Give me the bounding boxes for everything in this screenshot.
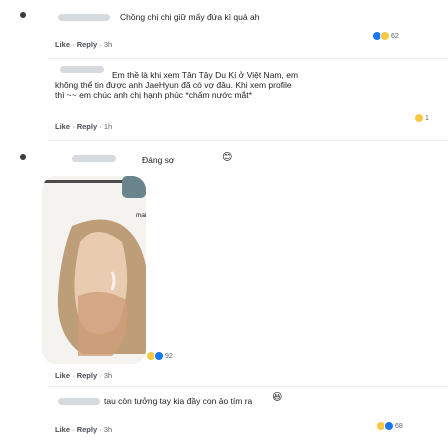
reaction-count: 68 bbox=[395, 422, 403, 430]
like-link[interactable]: Like bbox=[55, 425, 70, 434]
reply-link[interactable]: Reply bbox=[77, 371, 97, 380]
haha-reaction-icon bbox=[414, 113, 424, 123]
commenter-name[interactable] bbox=[60, 66, 104, 73]
laughing-emoji-icon: 😆 bbox=[272, 392, 283, 403]
separator: · bbox=[99, 122, 102, 131]
comment-actions: Like · Reply · 3h bbox=[55, 425, 112, 434]
haha-reaction-icon bbox=[380, 31, 390, 41]
separator: · bbox=[99, 371, 102, 380]
shrug-emoji-icon: 😊 bbox=[222, 152, 233, 163]
reaction-count: 62 bbox=[391, 32, 399, 40]
separator: · bbox=[72, 122, 75, 131]
comment-actions: Like · Reply · 3h bbox=[55, 40, 112, 49]
comment-text-line: thì ~~ em chúc anh chị hạnh phúc *chấm n… bbox=[55, 90, 252, 100]
like-link[interactable]: Like bbox=[55, 122, 70, 131]
reply-link[interactable]: Reply bbox=[77, 122, 97, 131]
divider bbox=[48, 140, 448, 141]
commenter-name[interactable] bbox=[72, 155, 116, 162]
comment-time[interactable]: 1h bbox=[104, 122, 112, 131]
comment-text: Chồng chị chị giữ mấy đứa kì quá ah bbox=[120, 12, 260, 22]
reaction-summary[interactable]: 92 bbox=[146, 350, 173, 362]
separator: · bbox=[72, 371, 75, 380]
reaction-count: 1 bbox=[425, 114, 429, 122]
comment-actions: Like · Reply · 1h bbox=[55, 122, 112, 131]
separator: · bbox=[72, 425, 75, 434]
comment-text-line: không thể tin được anh JaeHyun đã có vợ … bbox=[55, 80, 292, 90]
separator: · bbox=[99, 40, 102, 49]
like-link[interactable]: Like bbox=[55, 371, 70, 380]
comment-time[interactable]: 3h bbox=[104, 371, 112, 380]
comment-text: tau còn tưởng tay kia đầy con ảo tím ra bbox=[104, 396, 253, 406]
divider bbox=[48, 386, 448, 387]
reply-link[interactable]: Reply bbox=[77, 40, 97, 49]
separator: · bbox=[72, 40, 75, 49]
reaction-count: 92 bbox=[165, 352, 173, 360]
reaction-summary[interactable]: 62 bbox=[372, 30, 399, 42]
image-caption: mai bbox=[136, 212, 146, 219]
separator: · bbox=[99, 425, 102, 434]
like-reaction-icon bbox=[154, 351, 164, 361]
comment-text-line: Em thề là khi xem Tân Tây Du Kí ở Việt N… bbox=[112, 70, 299, 80]
comment-time[interactable]: 3h bbox=[104, 40, 112, 49]
like-reaction-icon bbox=[384, 421, 394, 431]
like-link[interactable]: Like bbox=[55, 40, 70, 49]
reaction-summary[interactable]: 1 bbox=[414, 112, 429, 124]
divider bbox=[48, 58, 448, 59]
comment-time[interactable]: 3h bbox=[104, 425, 112, 434]
commenter-name[interactable] bbox=[58, 14, 110, 21]
reply-link[interactable]: Reply bbox=[77, 425, 97, 434]
reaction-summary[interactable]: 68 bbox=[376, 420, 403, 432]
photo-graphic bbox=[42, 176, 146, 364]
avatar[interactable] bbox=[20, 154, 26, 160]
commenter-name[interactable] bbox=[58, 398, 100, 405]
avatar[interactable] bbox=[20, 12, 26, 18]
comment-actions: Like · Reply · 3h bbox=[55, 371, 112, 380]
comment-image[interactable]: mai bbox=[42, 176, 146, 364]
comment-text: Đáng sợ bbox=[142, 155, 175, 165]
